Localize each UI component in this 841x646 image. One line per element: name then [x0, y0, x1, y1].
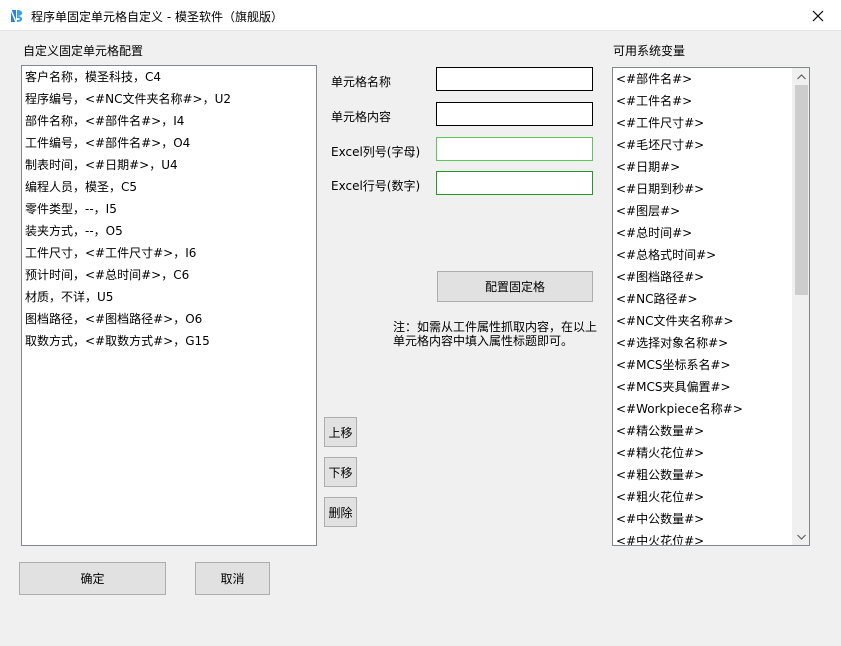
list-item[interactable]: 部件名称，<#部件名#>，I4	[22, 110, 316, 132]
list-item[interactable]: <#MCS夹具偏置#>	[613, 376, 792, 398]
list-item[interactable]: <#图层#>	[613, 200, 792, 222]
excel-row-input[interactable]	[436, 171, 593, 195]
list-item[interactable]: 图档路径，<#图档路径#>，O6	[22, 308, 316, 330]
move-down-button[interactable]: 下移	[324, 457, 357, 487]
cancel-button[interactable]: 取消	[195, 562, 270, 595]
list-item[interactable]: 装夹方式，--，O5	[22, 220, 316, 242]
list-item[interactable]: <#Workpiece名称#>	[613, 398, 792, 420]
list-item[interactable]: <#日期#>	[613, 156, 792, 178]
excel-row-label: Excel行号(数字)	[331, 179, 421, 193]
list-item[interactable]: <#精火花位#>	[613, 442, 792, 464]
scroll-down-arrow-icon[interactable]	[793, 528, 809, 545]
close-button[interactable]	[795, 0, 841, 31]
list-item[interactable]: 制表时间，<#日期#>，U4	[22, 154, 316, 176]
scroll-up-arrow-icon[interactable]	[793, 68, 809, 85]
cell-name-label: 单元格名称	[331, 75, 392, 89]
list-item[interactable]: 程序编号，<#NC文件夹名称#>，U2	[22, 88, 316, 110]
list-item[interactable]: <#工件名#>	[613, 90, 792, 112]
list-item[interactable]: <#总格式时间#>	[613, 244, 792, 266]
list-item[interactable]: <#MCS坐标系名#>	[613, 354, 792, 376]
title-bar: 程序单固定单元格自定义 - 模圣软件（旗舰版）	[0, 0, 841, 31]
cell-content-input[interactable]	[436, 102, 593, 126]
right-panel-label: 可用系统变量	[613, 44, 686, 58]
list-item[interactable]: <#选择对象名称#>	[613, 332, 792, 354]
list-item[interactable]: 客户名称，模圣科技，C4	[22, 66, 316, 88]
move-up-button[interactable]: 上移	[324, 417, 357, 447]
list-item[interactable]: 工件尺寸，<#工件尺寸#>，I6	[22, 242, 316, 264]
window-title: 程序单固定单元格自定义 - 模圣软件（旗舰版）	[31, 10, 283, 24]
list-item[interactable]: <#工件尺寸#>	[613, 112, 792, 134]
list-item[interactable]: 预计时间，<#总时间#>，C6	[22, 264, 316, 286]
list-item[interactable]: 材质，不详，U5	[22, 286, 316, 308]
fixed-cell-config-list[interactable]: 客户名称，模圣科技，C4 程序编号，<#NC文件夹名称#>，U2 部件名称，<#…	[21, 65, 317, 546]
delete-button[interactable]: 删除	[324, 497, 357, 527]
list-item[interactable]: <#中公数量#>	[613, 508, 792, 530]
list-item[interactable]: <#粗火花位#>	[613, 486, 792, 508]
cell-content-label: 单元格内容	[331, 110, 392, 124]
excel-column-label: Excel列号(字母)	[331, 145, 421, 159]
close-icon	[812, 10, 824, 21]
list-item[interactable]: <#精公数量#>	[613, 420, 792, 442]
system-variables-list[interactable]: <#部件名#> <#工件名#> <#工件尺寸#> <#毛坯尺寸#> <#日期#>…	[612, 67, 810, 546]
list-item[interactable]: <#图档路径#>	[613, 266, 792, 288]
list-item[interactable]: <#总时间#>	[613, 222, 792, 244]
left-panel-label: 自定义固定单元格配置	[23, 44, 144, 58]
hint-note-line1: 注：如需从工件属性抓取内容，在以上	[393, 320, 598, 334]
list-item[interactable]: <#粗公数量#>	[613, 464, 792, 486]
cell-name-input[interactable]	[436, 67, 593, 91]
list-item[interactable]: 取数方式，<#取数方式#>，G15	[22, 330, 316, 352]
ok-button[interactable]: 确定	[19, 562, 166, 595]
excel-column-input[interactable]	[436, 137, 593, 161]
scrollbar-thumb[interactable]	[795, 85, 808, 295]
list-item[interactable]: 零件类型，--，I5	[22, 198, 316, 220]
list-item[interactable]: <#NC文件夹名称#>	[613, 310, 792, 332]
hint-note: 注：如需从工件属性抓取内容，在以上 单元格内容中填入属性标题即可。	[393, 320, 597, 348]
list-item[interactable]: <#部件名#>	[613, 68, 792, 90]
list-item[interactable]: <#毛坯尺寸#>	[613, 134, 792, 156]
list-item[interactable]: <#中火花位#>	[613, 530, 792, 545]
hint-note-line2: 单元格内容中填入属性标题即可。	[393, 334, 574, 348]
vertical-scrollbar[interactable]	[792, 68, 809, 545]
list-item[interactable]: <#NC路径#>	[613, 288, 792, 310]
list-item[interactable]: 工件编号，<#部件名#>，O4	[22, 132, 316, 154]
app-logo-icon	[10, 9, 23, 23]
config-fixed-cell-button[interactable]: 配置固定格	[437, 271, 593, 302]
list-item[interactable]: 编程人员，模圣，C5	[22, 176, 316, 198]
list-item[interactable]: <#日期到秒#>	[613, 178, 792, 200]
